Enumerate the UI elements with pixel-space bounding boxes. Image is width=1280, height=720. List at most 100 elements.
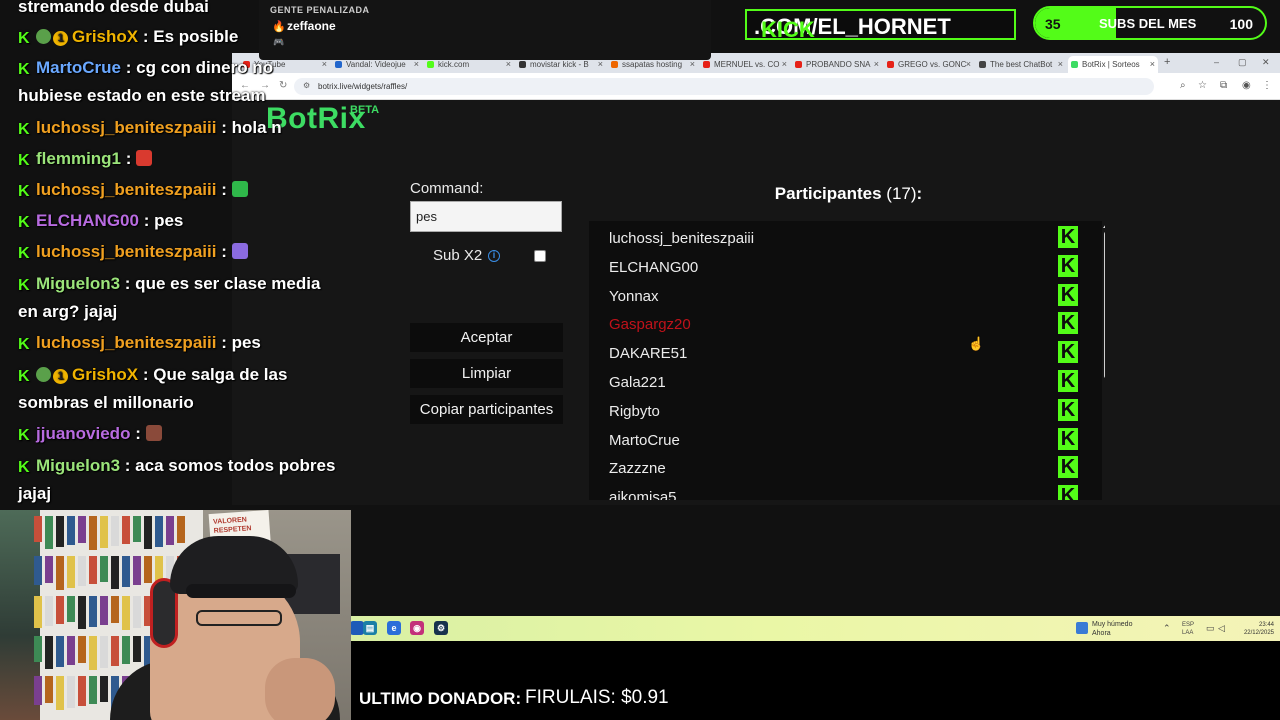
close-window-icon[interactable]: ✕ — [1262, 57, 1270, 68]
chat-message: Kluchossj_beniteszpaiii : — [18, 238, 338, 266]
cam-shelf-item — [89, 596, 97, 627]
tab-close-icon[interactable]: × — [414, 59, 419, 69]
donation-ticker: ULTIMO DONADOR: FIRULAIS: $0.91 — [351, 641, 1280, 720]
command-input[interactable] — [410, 201, 562, 232]
chat-username[interactable]: luchossj_beniteszpaiii — [36, 118, 216, 137]
maximize-icon[interactable]: ▢ — [1238, 57, 1247, 68]
edge-app-icon[interactable]: e — [387, 621, 401, 635]
participant-row[interactable]: MartoCrue K — [589, 426, 1102, 455]
clear-button[interactable]: Limpiar — [410, 359, 563, 388]
participant-row[interactable]: Gala221 K — [589, 368, 1102, 397]
penalized-title: GENTE PENALIZADA — [270, 5, 370, 15]
chat-username[interactable]: luchossj_beniteszpaiii — [36, 333, 216, 352]
accept-button[interactable]: Aceptar — [410, 323, 563, 352]
menu-kebab-icon[interactable]: ⋮ — [1262, 80, 1272, 91]
scroll-up-arrow[interactable] — [1103, 224, 1105, 228]
chat-username[interactable]: Miguelon3 — [36, 456, 120, 475]
tab-favicon-icon — [611, 61, 618, 68]
participants-list[interactable]: luchossj_beniteszpaiii K ELCHANG00 K Yonnax K… — [589, 221, 1102, 500]
chat-message: K 1 GrishoX : Que salga de las sombras el … — [18, 361, 338, 417]
browser-window: YouTube × Vandal: Videojue × kick.com × movist… — [232, 53, 1280, 505]
browser-tab[interactable]: PROBANDO SNA × — [792, 56, 882, 73]
chat-username[interactable]: luchossj_beniteszpaiii — [36, 180, 216, 199]
new-tab-icon[interactable]: + — [1164, 56, 1170, 68]
cam-shelf-item — [45, 516, 53, 549]
participants-colon: : — [916, 184, 923, 203]
chat-username[interactable]: luchossj_beniteszpaiii — [36, 242, 216, 261]
participant-row[interactable]: DAKARE51 K — [589, 339, 1102, 368]
copy-participants-button[interactable]: Copiar participantes — [410, 395, 563, 424]
kick-badge-icon: K — [18, 368, 30, 385]
chat-username[interactable]: MartoCrue — [36, 58, 121, 77]
chat-username[interactable]: jjuanoviedo — [36, 424, 130, 443]
subs-label: SUBS DEL MES — [1099, 16, 1197, 31]
chat-username[interactable]: ELCHANG00 — [36, 211, 139, 230]
participant-row[interactable]: Gaspargz20 K — [589, 310, 1102, 339]
cam-shelf-item — [111, 556, 119, 589]
calendar-app-icon[interactable]: ▤ — [363, 621, 377, 635]
tab-close-icon[interactable]: × — [690, 59, 695, 69]
cam-shelf-item — [133, 516, 141, 542]
participant-name: Rigbyto — [609, 402, 660, 420]
tab-close-icon[interactable]: × — [598, 59, 603, 69]
tray-chevron-icon[interactable]: ⌃ — [1163, 623, 1171, 634]
weather-widget[interactable]: Muy húmedo Ahora — [1092, 620, 1132, 638]
donor-value: FIRULAIS: $0.91 — [525, 687, 669, 708]
system-clock[interactable]: 23:44 22/12/2025 — [1234, 621, 1274, 637]
extensions-icon[interactable]: ⧉ — [1220, 80, 1227, 91]
participant-row[interactable]: Zazzzne K — [589, 454, 1102, 483]
tab-label: kick.com — [438, 60, 470, 69]
tab-close-icon[interactable]: × — [1058, 59, 1063, 69]
bookmark-star-icon[interactable]: ☆ — [1198, 80, 1207, 91]
chat-username[interactable]: Miguelon3 — [36, 274, 120, 293]
tab-close-icon[interactable]: × — [506, 59, 511, 69]
tab-close-icon[interactable]: × — [782, 59, 787, 69]
minimize-icon[interactable]: – — [1214, 57, 1219, 67]
cam-shelf-item — [100, 636, 108, 668]
browser-tab[interactable]: The best ChatBot × — [976, 56, 1066, 73]
tab-label: ssapatas hosting — [622, 60, 683, 69]
url-field[interactable]: ⚙ botrix.live/widgets/raffles/ — [294, 78, 1154, 95]
tab-favicon-icon — [427, 61, 434, 68]
gifter-badge-icon: 1 — [53, 31, 68, 46]
profile-icon[interactable]: ◉ — [1242, 80, 1251, 91]
cam-shelf-item — [78, 676, 86, 706]
sub-x2-checkbox[interactable] — [534, 250, 546, 262]
browser-tab[interactable]: BotRix | Sorteos × — [1068, 56, 1158, 73]
chat-emote-icon — [231, 181, 248, 197]
participant-row[interactable]: Yonnax K — [589, 282, 1102, 311]
volume-icon[interactable]: ◁ — [1218, 623, 1225, 634]
tab-close-icon[interactable]: × — [874, 59, 879, 69]
kick-platform-icon: K — [1058, 456, 1078, 479]
network-icon[interactable]: ▭ — [1206, 623, 1215, 634]
chat-message: K Miguelon3 : que es ser clase media en a… — [18, 270, 338, 326]
language-indicator[interactable]: ESP LAA — [1182, 621, 1194, 637]
obs-app-icon[interactable]: ◉ — [410, 621, 424, 635]
chat-username[interactable]: GrishoX — [72, 27, 138, 46]
kick-url-banner: KICK .COM/EL_HORNET — [745, 9, 1016, 42]
explorer-app-icon[interactable] — [350, 621, 364, 635]
kick-platform-icon: K — [1058, 283, 1078, 306]
zoom-icon[interactable]: ⌕ — [1180, 80, 1186, 91]
info-icon[interactable]: i — [488, 250, 500, 262]
tab-close-icon[interactable]: × — [966, 59, 971, 69]
participant-row[interactable]: luchossj_beniteszpaiii K — [589, 224, 1102, 253]
chat-text: : — [221, 180, 227, 199]
participants-scrollbar[interactable] — [1101, 222, 1105, 485]
steam-app-icon[interactable]: ⚙ — [434, 621, 448, 635]
chat-username[interactable]: GrishoX — [72, 365, 138, 384]
browser-tab[interactable]: GREGO vs. GONC × — [884, 56, 974, 73]
weather-icon[interactable] — [1076, 622, 1088, 634]
cam-shelf-item — [89, 636, 97, 670]
chat-username[interactable]: flemming1 — [36, 149, 121, 168]
participant-row[interactable]: ELCHANG00 K — [589, 253, 1102, 282]
tab-close-icon[interactable]: × — [1150, 59, 1155, 69]
participant-row[interactable]: aikomisa5 K — [589, 483, 1102, 500]
cam-shelf-item — [177, 516, 185, 543]
participant-row[interactable]: Rigbyto K — [589, 397, 1102, 426]
address-bar: ← → ↻ ⚙ botrix.live/widgets/raffles/ ⌕ ☆… — [232, 73, 1280, 100]
browser-tab[interactable]: MERNUEL vs. CO × — [700, 56, 790, 73]
kick-badge-icon: K — [18, 214, 30, 231]
scroll-thumb[interactable] — [1104, 232, 1105, 378]
weather-status: Muy húmedo — [1092, 621, 1133, 628]
